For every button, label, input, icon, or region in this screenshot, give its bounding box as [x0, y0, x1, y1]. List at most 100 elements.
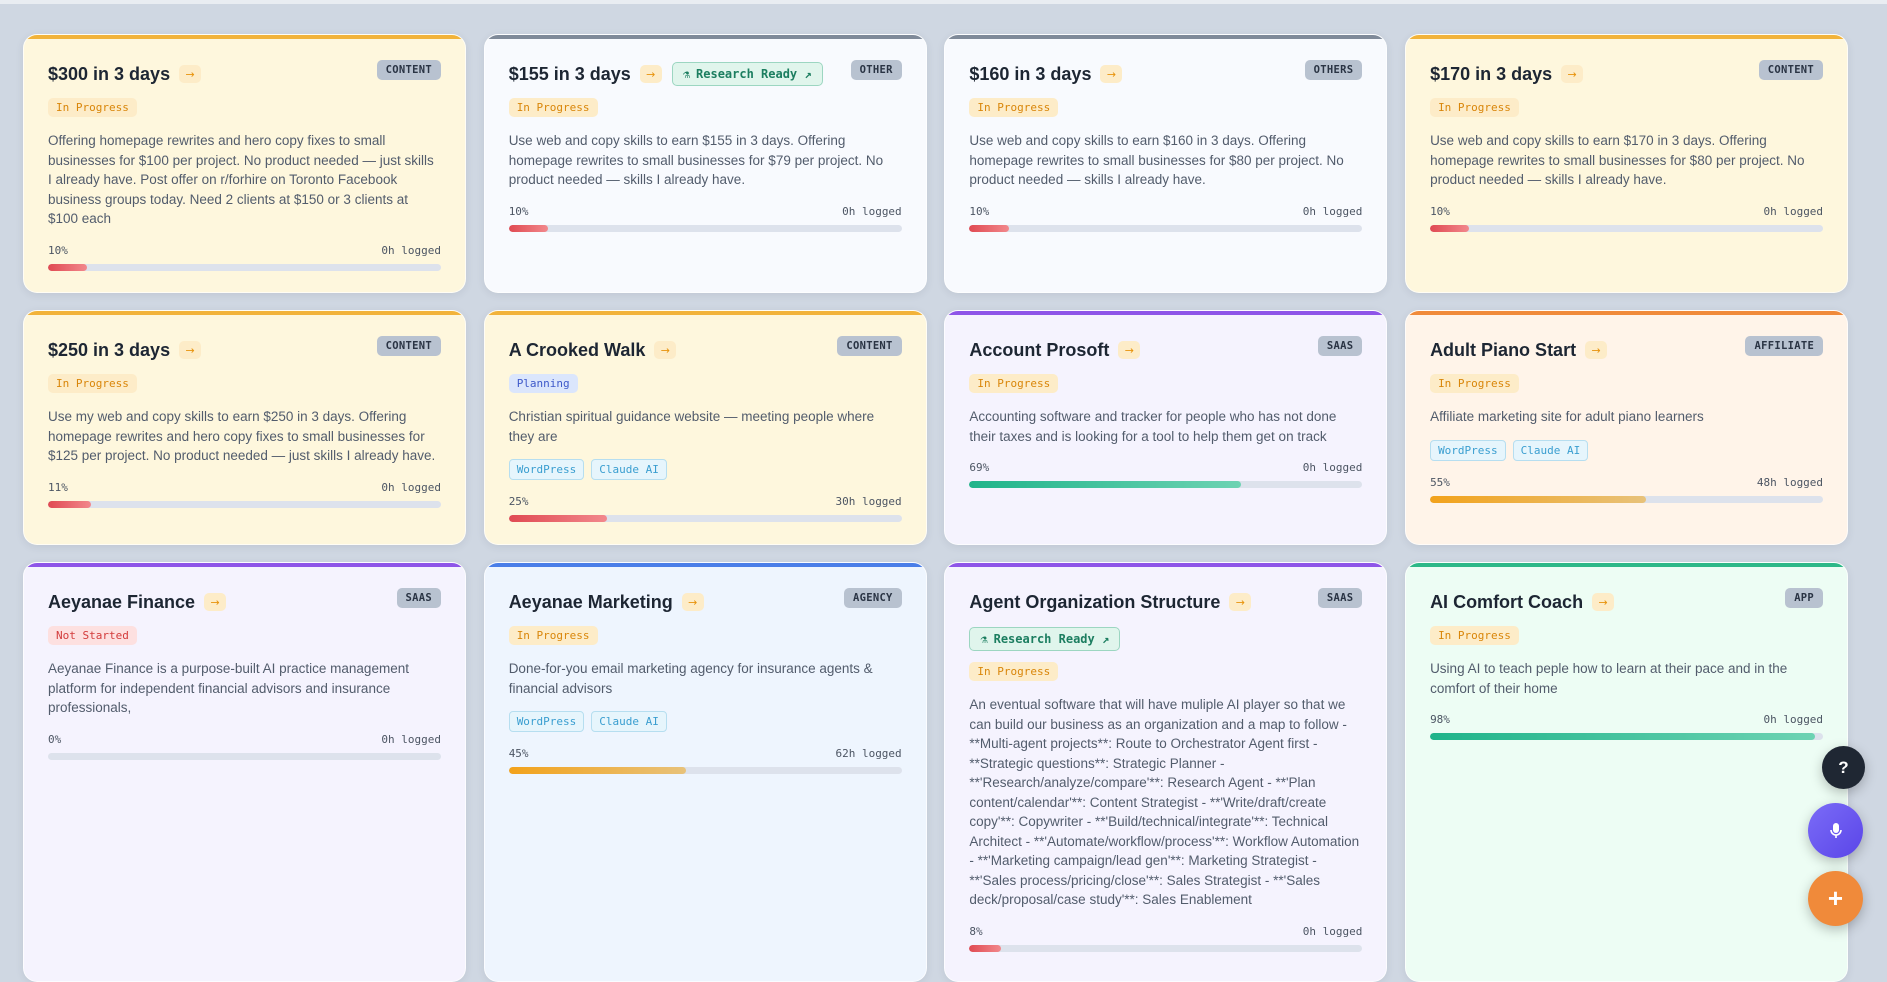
progress-percent: 8%	[969, 924, 983, 938]
arrow-right-icon[interactable]: →	[1592, 593, 1615, 611]
hours-logged: 48h logged	[1756, 475, 1824, 489]
card-description: Using AI to teach peple how to learn at …	[1430, 661, 1788, 696]
project-card[interactable]: Aeyanae Marketing → AGENCY In Progress D…	[483, 562, 927, 982]
progress-percent: 55%	[1430, 475, 1450, 489]
progress-percent: 10%	[1430, 204, 1450, 218]
project-card[interactable]: Agent Organization Structure → SAAS ⚗ Res…	[944, 562, 1388, 982]
project-card[interactable]: $160 in 3 days → OTHERS In Progress Use …	[944, 34, 1388, 293]
progress-percent: 0%	[48, 732, 62, 746]
card-title[interactable]: $160 in 3 days	[969, 64, 1091, 85]
type-badge: OTHER	[850, 60, 902, 80]
card-title[interactable]: AI Comfort Coach	[1430, 592, 1583, 613]
progress-percent: 69%	[969, 461, 990, 474]
flask-icon: ⚗	[980, 632, 988, 646]
card-title[interactable]: $250 in 3 days	[48, 340, 170, 361]
card-title[interactable]: Aeyanae Finance	[48, 592, 195, 613]
arrow-right-icon[interactable]: →	[1118, 341, 1141, 359]
progress-meta: 25% 30h logged	[509, 495, 902, 508]
voice-button[interactable]	[1808, 803, 1863, 858]
progress-bar	[48, 500, 441, 508]
progress-bar	[969, 224, 1363, 232]
card-description: Use my web and copy skills to earn $250 …	[48, 409, 436, 463]
card-header: $155 in 3 days → ⚗ Research Ready ↗	[509, 61, 902, 87]
progress-bar	[969, 481, 1363, 488]
hours-logged: 0h logged	[1302, 204, 1363, 218]
progress-fill	[48, 263, 88, 271]
project-card[interactable]: Account Prosoft → SAAS In Progress Accou…	[944, 310, 1388, 545]
type-badge: AFFILIATE	[1745, 336, 1824, 356]
arrow-right-icon[interactable]: →	[1585, 341, 1608, 359]
status-badge: In Progress	[969, 374, 1059, 393]
project-card[interactable]: A Crooked Walk → CONTENT Planning Christ…	[483, 310, 927, 545]
arrow-right-icon[interactable]: →	[1561, 65, 1584, 83]
microphone-icon	[1829, 822, 1842, 838]
research-ready-button[interactable]: ⚗ Research Ready ↗	[671, 62, 823, 86]
progress-fill	[969, 944, 1001, 952]
status-badge: In Progress	[508, 98, 598, 117]
card-title[interactable]: Adult Piano Start	[1430, 340, 1576, 361]
progress-bar	[508, 224, 902, 232]
type-badge: OTHERS	[1304, 60, 1363, 80]
progress-meta: 45% 62h logged	[509, 747, 902, 760]
progress-fill	[969, 224, 1009, 232]
progress-fill	[508, 767, 686, 774]
card-title[interactable]: $300 in 3 days	[48, 64, 170, 85]
card-description: Christian spiritual guidance website — m…	[508, 409, 875, 444]
progress-fill	[1430, 224, 1470, 232]
arrow-right-icon[interactable]: →	[681, 593, 704, 611]
project-card[interactable]: AI Comfort Coach → APP In Progress Using…	[1405, 562, 1849, 982]
top-divider	[0, 0, 1887, 4]
add-project-button[interactable]: +	[1808, 871, 1863, 926]
status-badge: Planning	[508, 374, 578, 393]
project-card[interactable]: $250 in 3 days → CONTENT In Progress Use…	[23, 310, 466, 545]
project-card[interactable]: Aeyanae Finance → SAAS Not Started Aeyan…	[23, 562, 466, 982]
card-header: Agent Organization Structure →	[969, 589, 1362, 615]
type-badge: SAAS	[1317, 336, 1363, 356]
arrow-right-icon[interactable]: →	[654, 341, 677, 359]
progress-bar	[508, 767, 902, 774]
arrow-right-icon[interactable]: →	[1229, 593, 1252, 611]
card-description: An eventual software that will have muli…	[969, 697, 1360, 907]
arrow-right-icon[interactable]: →	[639, 65, 662, 83]
status-badge: In Progress	[1430, 98, 1519, 117]
card-description: Affiliate marketing site for adult piano…	[1430, 409, 1704, 424]
progress-percent: 98%	[1430, 713, 1450, 726]
progress-bar	[1430, 495, 1824, 503]
card-title[interactable]: A Crooked Walk	[509, 340, 646, 361]
project-card[interactable]: $170 in 3 days → CONTENT In Progress Use…	[1405, 34, 1849, 293]
progress-fill	[1430, 495, 1647, 503]
card-description: Use web and copy skills to earn $160 in …	[969, 133, 1344, 187]
help-icon: ?	[1838, 757, 1849, 777]
progress-fill	[508, 515, 607, 522]
hours-logged: 30h logged	[835, 495, 902, 508]
status-badge: In Progress	[969, 662, 1059, 681]
project-card[interactable]: Adult Piano Start → AFFILIATE In Progres…	[1405, 310, 1849, 545]
project-card[interactable]: $155 in 3 days → ⚗ Research Ready ↗ OTHER…	[483, 34, 927, 293]
card-title[interactable]: Account Prosoft	[969, 340, 1109, 361]
help-button[interactable]: ?	[1822, 746, 1865, 789]
card-title[interactable]: $170 in 3 days	[1430, 64, 1552, 85]
progress-percent: 10%	[508, 204, 529, 218]
card-description: Accounting software and tracker for peop…	[969, 409, 1337, 444]
arrow-right-icon[interactable]: →	[204, 593, 227, 611]
card-title[interactable]: Aeyanae Marketing	[509, 592, 673, 613]
card-title[interactable]: $155 in 3 days	[509, 64, 631, 85]
tech-tags: WordPress Claude AI	[508, 459, 902, 480]
tag-wordpress: WordPress	[508, 459, 585, 480]
card-title[interactable]: Agent Organization Structure	[969, 592, 1220, 613]
type-badge: CONTENT	[376, 60, 441, 80]
project-card[interactable]: $300 in 3 days → CONTENT In Progress Off…	[23, 34, 466, 293]
status-badge: In Progress	[969, 98, 1059, 117]
hours-logged: 0h logged	[1763, 204, 1824, 218]
progress-bar	[508, 515, 902, 522]
card-description: Offering homepage rewrites and hero copy…	[48, 133, 434, 226]
progress-meta: 8% 0h logged	[969, 925, 1362, 938]
progress-meta: 69% 0h logged	[969, 461, 1362, 474]
arrow-right-icon[interactable]: →	[1100, 65, 1123, 83]
research-ready-button[interactable]: ⚗ Research Ready ↗	[969, 627, 1121, 651]
hours-logged: 0h logged	[1763, 713, 1824, 726]
arrow-right-icon[interactable]: →	[179, 65, 202, 83]
arrow-right-icon[interactable]: →	[179, 341, 202, 359]
progress-fill	[969, 481, 1241, 488]
progress-percent: 10%	[969, 204, 990, 218]
